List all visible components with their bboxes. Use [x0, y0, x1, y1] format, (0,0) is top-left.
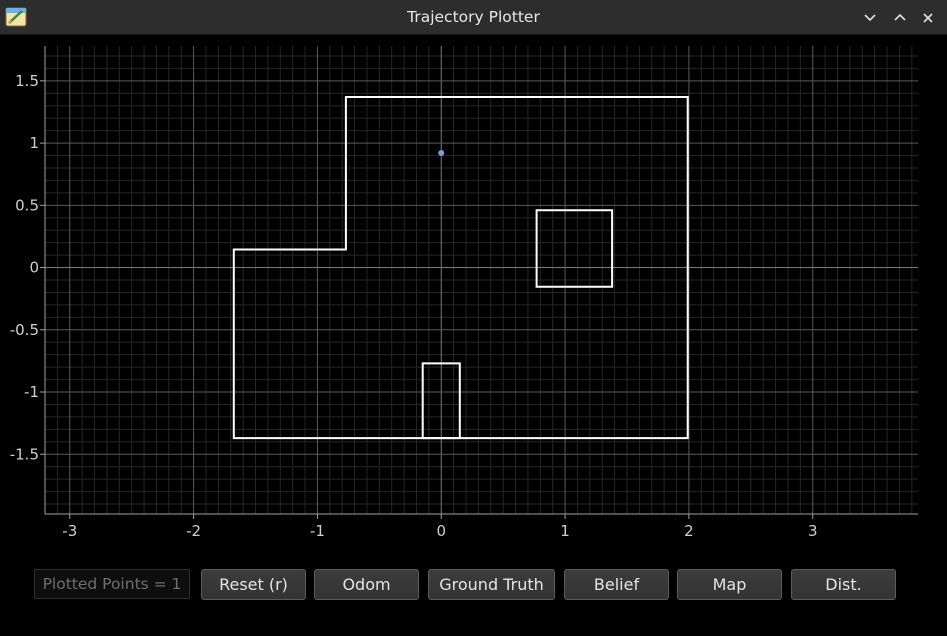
y-tick-label: 0.5: [15, 196, 39, 214]
y-tick-label: 1: [29, 134, 39, 152]
x-tick-label: -1: [310, 522, 325, 540]
dist-button[interactable]: Dist.: [791, 569, 896, 600]
x-tick-label: 3: [808, 522, 818, 540]
x-tick-label: -2: [186, 522, 201, 540]
y-tick-label: -1: [24, 383, 39, 401]
window-title: Trajectory Plotter: [407, 8, 540, 26]
odom-button[interactable]: Odom: [314, 569, 419, 600]
minimize-icon[interactable]: [860, 8, 880, 28]
trajectory-plot[interactable]: -3 -2 -1 0 1 2 3 1.5 1 0.5 0 -0.5 -1 -1.5: [0, 35, 947, 555]
map-wall: [535, 209, 614, 288]
trajectory-point: [438, 150, 445, 157]
axes: [40, 46, 918, 519]
maximize-icon[interactable]: [890, 8, 910, 28]
minor-grid: [44, 46, 918, 514]
tick-labels: -3 -2 -1 0 1 2 3 1.5 1 0.5 0 -0.5 -1 -1.5: [10, 72, 818, 540]
belief-button[interactable]: Belief: [564, 569, 669, 600]
y-tick-label: 0: [29, 259, 39, 277]
map-button[interactable]: Map: [677, 569, 782, 600]
x-tick-label: 2: [684, 522, 694, 540]
reset-button[interactable]: Reset (r): [201, 569, 306, 600]
title-bar[interactable]: Trajectory Plotter: [0, 0, 947, 35]
x-tick-label: 1: [560, 522, 570, 540]
control-bar: Plotted Points = 1 Reset (r) Odom Ground…: [0, 555, 947, 636]
x-tick-label: -3: [62, 522, 77, 540]
y-tick-label: -1.5: [10, 445, 39, 463]
point-layer: [438, 150, 445, 157]
y-tick-label: 1.5: [15, 72, 39, 90]
x-tick-label: 0: [436, 522, 446, 540]
y-tick-label: -0.5: [10, 321, 39, 339]
plot-area[interactable]: -3 -2 -1 0 1 2 3 1.5 1 0.5 0 -0.5 -1 -1.5: [0, 35, 947, 555]
plotted-points-counter: Plotted Points = 1: [34, 569, 190, 599]
close-icon[interactable]: [918, 8, 938, 28]
ground-truth-button[interactable]: Ground Truth: [428, 569, 555, 600]
